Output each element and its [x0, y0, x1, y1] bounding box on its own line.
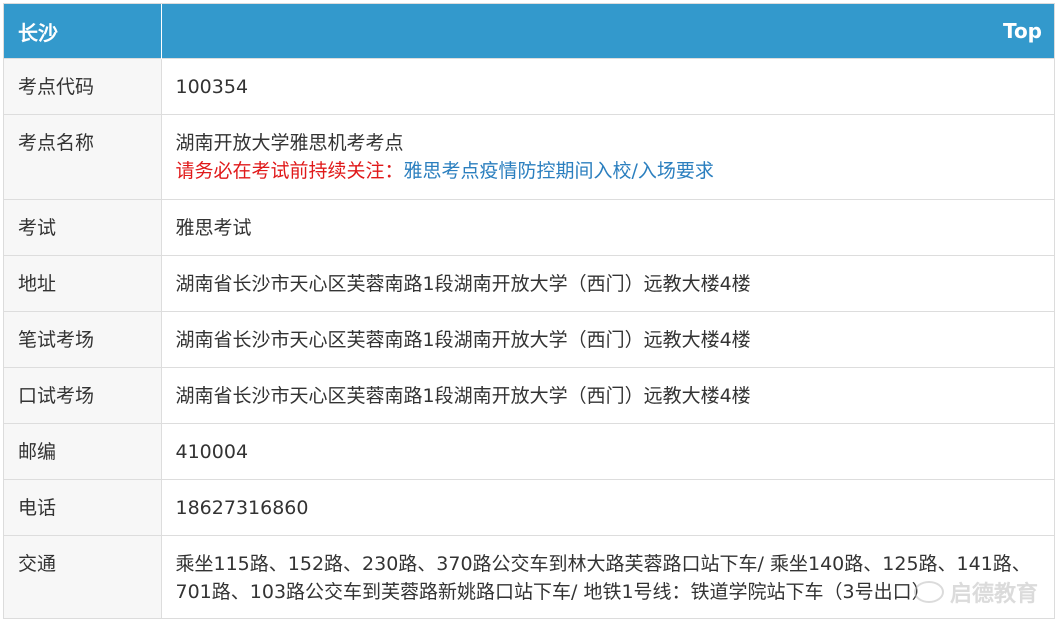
table-header-row: 长沙 Top — [4, 4, 1054, 59]
covid-requirements-link[interactable]: 雅思考点疫情防控期间入校/入场要求 — [404, 160, 714, 182]
row-label: 考点名称 — [4, 114, 162, 200]
row-value: 410004 — [161, 423, 1054, 480]
row-value: 18627316860 — [161, 479, 1054, 536]
table-row: 邮编 410004 — [4, 423, 1054, 480]
row-label: 考试 — [4, 199, 162, 256]
table-row: 笔试考场 湖南省长沙市天心区芙蓉南路1段湖南开放大学（西门）远教大楼4楼 — [4, 311, 1054, 368]
row-value: 湖南省长沙市天心区芙蓉南路1段湖南开放大学（西门）远教大楼4楼 — [161, 367, 1054, 424]
table-row: 地址 湖南省长沙市天心区芙蓉南路1段湖南开放大学（西门）远教大楼4楼 — [4, 255, 1054, 312]
exam-center-table-container: 长沙 Top 考点代码 100354 考点名称 湖南开放大学雅思机考考点 请务必… — [3, 3, 1055, 619]
row-value: 雅思考试 — [161, 199, 1054, 256]
table-row: 考点代码 100354 — [4, 58, 1054, 115]
notice-line: 请务必在考试前持续关注：雅思考点疫情防控期间入校/入场要求 — [176, 157, 1041, 185]
row-label: 交通 — [4, 535, 162, 618]
row-value-cell: 湖南开放大学雅思机考考点 请务必在考试前持续关注：雅思考点疫情防控期间入校/入场… — [161, 114, 1054, 200]
table-row: 电话 18627316860 — [4, 479, 1054, 536]
row-label: 电话 — [4, 479, 162, 536]
row-label: 口试考场 — [4, 367, 162, 424]
table-row: 考试 雅思考试 — [4, 199, 1054, 256]
exam-center-table: 长沙 Top 考点代码 100354 考点名称 湖南开放大学雅思机考考点 请务必… — [4, 4, 1054, 618]
row-label: 考点代码 — [4, 58, 162, 115]
row-label: 笔试考场 — [4, 311, 162, 368]
city-heading: 长沙 — [4, 4, 162, 59]
row-label: 地址 — [4, 255, 162, 312]
row-value: 100354 — [161, 58, 1054, 115]
row-value: 湖南省长沙市天心区芙蓉南路1段湖南开放大学（西门）远教大楼4楼 — [161, 255, 1054, 312]
table-row: 交通 乘坐115路、152路、230路、370路公交车到林大路芙蓉路口站下车/ … — [4, 535, 1054, 618]
table-row: 考点名称 湖南开放大学雅思机考考点 请务必在考试前持续关注：雅思考点疫情防控期间… — [4, 114, 1054, 200]
table-row: 口试考场 湖南省长沙市天心区芙蓉南路1段湖南开放大学（西门）远教大楼4楼 — [4, 367, 1054, 424]
center-name: 湖南开放大学雅思机考考点 — [175, 132, 404, 154]
notice-text: 请务必在考试前持续关注： — [175, 160, 404, 182]
top-link[interactable]: Top — [161, 4, 1054, 59]
row-label: 邮编 — [4, 423, 162, 480]
row-value: 湖南省长沙市天心区芙蓉南路1段湖南开放大学（西门）远教大楼4楼 — [161, 311, 1054, 368]
row-value: 乘坐115路、152路、230路、370路公交车到林大路芙蓉路口站下车/ 乘坐1… — [161, 535, 1054, 618]
